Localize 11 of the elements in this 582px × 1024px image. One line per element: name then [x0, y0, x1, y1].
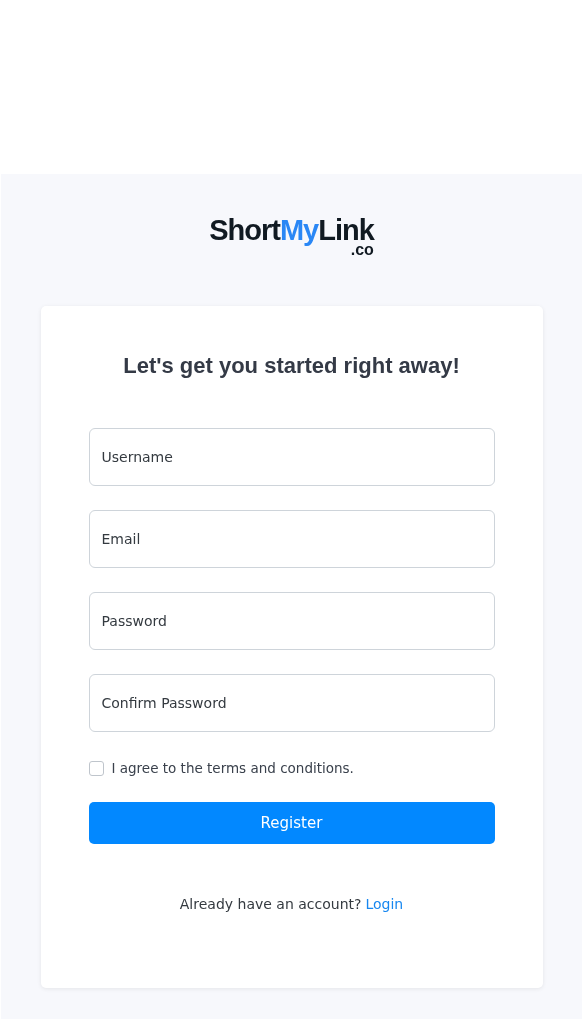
account-prompt: Already have an account?	[179, 896, 362, 912]
input-field[interactable]: Password	[88, 592, 495, 650]
terms-checkbox[interactable]	[88, 760, 104, 776]
login-link[interactable]: Login	[365, 896, 404, 912]
terms-label: I agree to the terms and conditions.	[111, 760, 354, 776]
register-button[interactable]: Register	[88, 802, 495, 844]
input-field[interactable]: Username	[88, 428, 495, 486]
logo: ShortMyLink .co	[209, 216, 374, 258]
input-field[interactable]: Email	[88, 510, 495, 568]
input-field[interactable]: Confirm Password	[88, 674, 495, 732]
form-title: Let's get you started right away!	[123, 353, 460, 379]
